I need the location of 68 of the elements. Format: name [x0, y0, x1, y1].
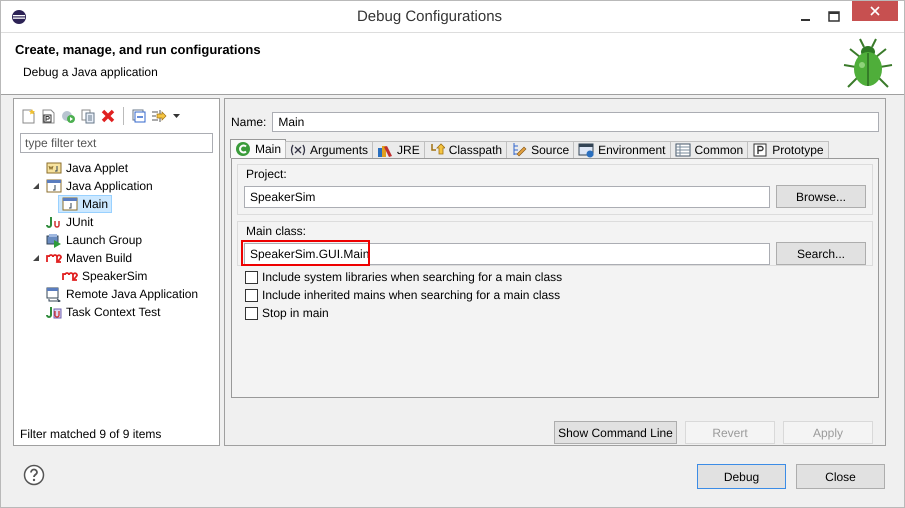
search-button[interactable]: Search...: [776, 242, 866, 265]
tree-item-label: SpeakerSim: [82, 269, 148, 283]
source-icon: [511, 142, 528, 158]
tree-item-label: Main: [82, 197, 108, 211]
group-label: Project:: [246, 167, 288, 181]
tree-item-label: Remote Java Application: [66, 287, 198, 301]
tab[interactable]: Environment: [573, 141, 670, 158]
checkbox[interactable]: [245, 288, 258, 302]
duplicate-icon[interactable]: [80, 108, 96, 124]
collapse-all-icon[interactable]: [131, 108, 147, 124]
dialog-button[interactable]: Debug: [697, 464, 786, 489]
checkbox[interactable]: [245, 306, 258, 320]
tree-item[interactable]: JUnit: [42, 213, 98, 231]
checkbox-label: Include system libraries when searching for a main class: [262, 270, 562, 284]
tab[interactable]: Common: [670, 141, 748, 158]
variable-icon: [290, 142, 306, 158]
name-field[interactable]: Main: [272, 112, 879, 132]
window-icon: [46, 178, 62, 194]
dialog-button[interactable]: Close: [796, 464, 885, 489]
window-title: Debug Configurations: [356, 8, 504, 25]
delete-icon[interactable]: [100, 108, 116, 124]
checkbox[interactable]: [245, 270, 258, 284]
tree-item[interactable]: Launch Group: [42, 231, 146, 249]
name-label: Name:: [231, 115, 266, 129]
tree-item-label: Java Applet: [66, 161, 128, 175]
tree-item-label: Task Context Test: [66, 305, 160, 319]
checkbox-label: Stop in main: [262, 306, 329, 320]
close-button[interactable]: [852, 1, 898, 21]
tree-item[interactable]: Java Applet: [42, 159, 132, 177]
tab[interactable]: Source: [506, 141, 574, 158]
text-field[interactable]: SpeakerSim.GUI.Main: [244, 242, 770, 264]
action-button[interactable]: Show Command Line: [554, 421, 677, 444]
checkbox-label: Include inherited mains when searching for a main class: [262, 288, 560, 302]
filter-field[interactable]: type filter text: [20, 133, 213, 153]
app-icon: [11, 8, 27, 24]
remote-icon: [46, 286, 62, 302]
applet-icon: [46, 160, 62, 176]
run-icon: [235, 141, 251, 157]
tree-item-label: Java Application: [66, 179, 153, 193]
browse-button[interactable]: Browse...: [776, 185, 866, 208]
text-field[interactable]: SpeakerSim: [244, 186, 770, 208]
close-icon: [870, 6, 880, 16]
prototype-icon[interactable]: [40, 108, 56, 124]
filter-icon[interactable]: [151, 108, 167, 124]
junit-icon: [46, 214, 62, 230]
filter-status: Filter matched 9 of 9 items: [19, 427, 162, 443]
tab[interactable]: JRE: [372, 141, 425, 158]
environment-icon: [578, 142, 594, 158]
header-subtitle: Debug a Java application: [23, 65, 159, 79]
tab[interactable]: Arguments: [285, 141, 374, 158]
tab[interactable]: Main: [230, 139, 286, 158]
tab[interactable]: Prototype: [747, 141, 829, 158]
tree-item[interactable]: Main: [58, 195, 112, 213]
tree-item[interactable]: SpeakerSim: [58, 267, 152, 285]
tree-item[interactable]: Java Application: [42, 177, 157, 195]
tab[interactable]: Classpath: [424, 141, 508, 158]
tree-item-label: JUnit: [66, 215, 94, 229]
tree-item-label: Maven Build: [66, 251, 132, 265]
help-icon[interactable]: [23, 464, 45, 486]
task-icon: [46, 304, 62, 320]
tree-item[interactable]: Maven Build: [42, 249, 136, 267]
header-title: Create, manage, and run configurations: [15, 42, 261, 57]
window-icon: [62, 196, 78, 212]
tree-item[interactable]: Remote Java Application: [42, 285, 202, 303]
tree-item[interactable]: Task Context Test: [42, 303, 164, 321]
launch-group-icon: [46, 232, 62, 248]
tree-item-label: Launch Group: [66, 233, 142, 247]
group-label: Main class:: [246, 224, 308, 238]
